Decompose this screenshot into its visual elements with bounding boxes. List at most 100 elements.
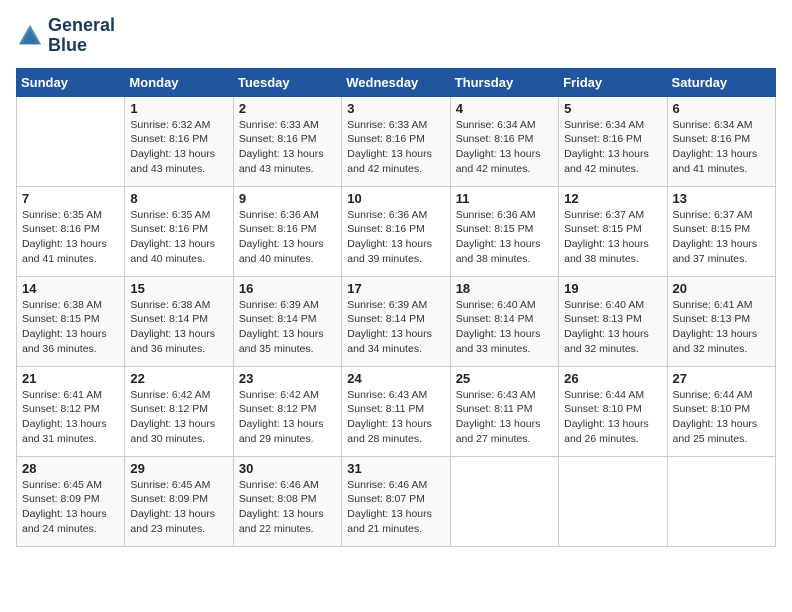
calendar-cell: 22Sunrise: 6:42 AM Sunset: 8:12 PM Dayli…	[125, 366, 233, 456]
day-number: 23	[239, 371, 336, 386]
calendar-cell: 7 Sunrise: 6:35 AM Sunset: 8:16 PM Daylig…	[17, 186, 125, 276]
day-number: 5	[564, 101, 661, 116]
day-info: Sunrise: 6:46 AM Sunset: 8:08 PM Dayligh…	[239, 478, 336, 537]
weekday-header-thursday: Thursday	[450, 68, 558, 96]
calendar-cell: 30 Sunrise: 6:46 AM Sunset: 8:08 PM Dayli…	[233, 456, 341, 546]
day-info: Sunrise: 6:42 AM Sunset: 8:12 PM Dayligh…	[130, 388, 227, 447]
day-number: 28	[22, 461, 119, 476]
day-number: 4	[456, 101, 553, 116]
calendar-cell: 6 Sunrise: 6:34 AM Sunset: 8:16 PM Daylig…	[667, 96, 775, 186]
day-number: 8	[130, 191, 227, 206]
day-number: 30	[239, 461, 336, 476]
day-number: 25	[456, 371, 553, 386]
calendar-cell: 9 Sunrise: 6:36 AM Sunset: 8:16 PM Daylig…	[233, 186, 341, 276]
day-info: Sunrise: 6:35 AM Sunset: 8:16 PM Dayligh…	[130, 208, 227, 267]
day-info: Sunrise: 6:40 AM Sunset: 8:13 PM Dayligh…	[564, 298, 661, 357]
day-info: Sunrise: 6:34 AM Sunset: 8:16 PM Dayligh…	[456, 118, 553, 177]
day-number: 11	[456, 191, 553, 206]
day-info: Sunrise: 6:36 AM Sunset: 8:16 PM Dayligh…	[347, 208, 444, 267]
weekday-header-sunday: Sunday	[17, 68, 125, 96]
calendar-cell: 10 Sunrise: 6:36 AM Sunset: 8:16 PM Dayli…	[342, 186, 450, 276]
day-info: Sunrise: 6:41 AM Sunset: 8:12 PM Dayligh…	[22, 388, 119, 447]
calendar-cell: 31 Sunrise: 6:46 AM Sunset: 8:07 PM Dayli…	[342, 456, 450, 546]
day-info: Sunrise: 6:40 AM Sunset: 8:14 PM Dayligh…	[456, 298, 553, 357]
weekday-header-monday: Monday	[125, 68, 233, 96]
logo-text: General Blue	[48, 16, 115, 56]
calendar-cell: 13Sunrise: 6:37 AM Sunset: 8:15 PM Dayli…	[667, 186, 775, 276]
day-number: 7	[22, 191, 119, 206]
day-info: Sunrise: 6:33 AM Sunset: 8:16 PM Dayligh…	[239, 118, 336, 177]
day-info: Sunrise: 6:43 AM Sunset: 8:11 PM Dayligh…	[347, 388, 444, 447]
calendar-cell: 2 Sunrise: 6:33 AM Sunset: 8:16 PM Daylig…	[233, 96, 341, 186]
day-number: 18	[456, 281, 553, 296]
day-info: Sunrise: 6:37 AM Sunset: 8:15 PM Dayligh…	[564, 208, 661, 267]
day-info: Sunrise: 6:38 AM Sunset: 8:14 PM Dayligh…	[130, 298, 227, 357]
weekday-header-saturday: Saturday	[667, 68, 775, 96]
calendar-cell: 21 Sunrise: 6:41 AM Sunset: 8:12 PM Dayli…	[17, 366, 125, 456]
day-info: Sunrise: 6:39 AM Sunset: 8:14 PM Dayligh…	[347, 298, 444, 357]
day-number: 3	[347, 101, 444, 116]
day-number: 27	[673, 371, 770, 386]
day-info: Sunrise: 6:39 AM Sunset: 8:14 PM Dayligh…	[239, 298, 336, 357]
day-info: Sunrise: 6:46 AM Sunset: 8:07 PM Dayligh…	[347, 478, 444, 537]
logo-icon	[16, 22, 44, 50]
day-info: Sunrise: 6:43 AM Sunset: 8:11 PM Dayligh…	[456, 388, 553, 447]
day-info: Sunrise: 6:45 AM Sunset: 8:09 PM Dayligh…	[22, 478, 119, 537]
day-number: 12	[564, 191, 661, 206]
day-info: Sunrise: 6:36 AM Sunset: 8:16 PM Dayligh…	[239, 208, 336, 267]
day-info: Sunrise: 6:35 AM Sunset: 8:16 PM Dayligh…	[22, 208, 119, 267]
day-number: 15	[130, 281, 227, 296]
calendar-cell: 8 Sunrise: 6:35 AM Sunset: 8:16 PM Daylig…	[125, 186, 233, 276]
day-number: 26	[564, 371, 661, 386]
calendar-cell: 27 Sunrise: 6:44 AM Sunset: 8:10 PM Dayli…	[667, 366, 775, 456]
calendar-cell	[450, 456, 558, 546]
calendar-cell: 14Sunrise: 6:38 AM Sunset: 8:15 PM Dayli…	[17, 276, 125, 366]
calendar-cell: 5 Sunrise: 6:34 AM Sunset: 8:16 PM Daylig…	[559, 96, 667, 186]
day-number: 9	[239, 191, 336, 206]
day-number: 1	[130, 101, 227, 116]
day-number: 17	[347, 281, 444, 296]
day-number: 10	[347, 191, 444, 206]
calendar-cell: 3 Sunrise: 6:33 AM Sunset: 8:16 PM Daylig…	[342, 96, 450, 186]
day-number: 13	[673, 191, 770, 206]
calendar-cell: 4 Sunrise: 6:34 AM Sunset: 8:16 PM Daylig…	[450, 96, 558, 186]
day-info: Sunrise: 6:44 AM Sunset: 8:10 PM Dayligh…	[564, 388, 661, 447]
day-number: 21	[22, 371, 119, 386]
weekday-header-friday: Friday	[559, 68, 667, 96]
calendar-cell: 11 Sunrise: 6:36 AM Sunset: 8:15 PM Dayli…	[450, 186, 558, 276]
calendar-cell: 16 Sunrise: 6:39 AM Sunset: 8:14 PM Dayli…	[233, 276, 341, 366]
day-number: 29	[130, 461, 227, 476]
day-number: 20	[673, 281, 770, 296]
day-info: Sunrise: 6:38 AM Sunset: 8:15 PM Dayligh…	[22, 298, 119, 357]
calendar-cell: 18 Sunrise: 6:40 AM Sunset: 8:14 PM Dayli…	[450, 276, 558, 366]
weekday-header-wednesday: Wednesday	[342, 68, 450, 96]
calendar-cell: 28 Sunrise: 6:45 AM Sunset: 8:09 PM Dayli…	[17, 456, 125, 546]
day-number: 16	[239, 281, 336, 296]
day-info: Sunrise: 6:41 AM Sunset: 8:13 PM Dayligh…	[673, 298, 770, 357]
calendar-table: SundayMondayTuesdayWednesdayThursdayFrid…	[16, 68, 776, 547]
logo: General Blue	[16, 16, 115, 56]
calendar-cell: 1 Sunrise: 6:32 AM Sunset: 8:16 PM Daylig…	[125, 96, 233, 186]
calendar-cell: 26 Sunrise: 6:44 AM Sunset: 8:10 PM Dayli…	[559, 366, 667, 456]
calendar-cell: 29 Sunrise: 6:45 AM Sunset: 8:09 PM Dayli…	[125, 456, 233, 546]
page-header: General Blue	[16, 16, 776, 56]
day-info: Sunrise: 6:34 AM Sunset: 8:16 PM Dayligh…	[673, 118, 770, 177]
day-info: Sunrise: 6:34 AM Sunset: 8:16 PM Dayligh…	[564, 118, 661, 177]
day-info: Sunrise: 6:44 AM Sunset: 8:10 PM Dayligh…	[673, 388, 770, 447]
calendar-cell: 12 Sunrise: 6:37 AM Sunset: 8:15 PM Dayli…	[559, 186, 667, 276]
calendar-cell: 17 Sunrise: 6:39 AM Sunset: 8:14 PM Dayli…	[342, 276, 450, 366]
day-info: Sunrise: 6:32 AM Sunset: 8:16 PM Dayligh…	[130, 118, 227, 177]
calendar-cell: 15 Sunrise: 6:38 AM Sunset: 8:14 PM Dayli…	[125, 276, 233, 366]
calendar-cell	[17, 96, 125, 186]
day-number: 6	[673, 101, 770, 116]
calendar-cell: 19Sunrise: 6:40 AM Sunset: 8:13 PM Dayli…	[559, 276, 667, 366]
weekday-header-tuesday: Tuesday	[233, 68, 341, 96]
day-number: 2	[239, 101, 336, 116]
calendar-cell: 20 Sunrise: 6:41 AM Sunset: 8:13 PM Dayli…	[667, 276, 775, 366]
calendar-cell	[559, 456, 667, 546]
day-info: Sunrise: 6:33 AM Sunset: 8:16 PM Dayligh…	[347, 118, 444, 177]
day-info: Sunrise: 6:45 AM Sunset: 8:09 PM Dayligh…	[130, 478, 227, 537]
calendar-cell	[667, 456, 775, 546]
day-number: 31	[347, 461, 444, 476]
day-info: Sunrise: 6:36 AM Sunset: 8:15 PM Dayligh…	[456, 208, 553, 267]
